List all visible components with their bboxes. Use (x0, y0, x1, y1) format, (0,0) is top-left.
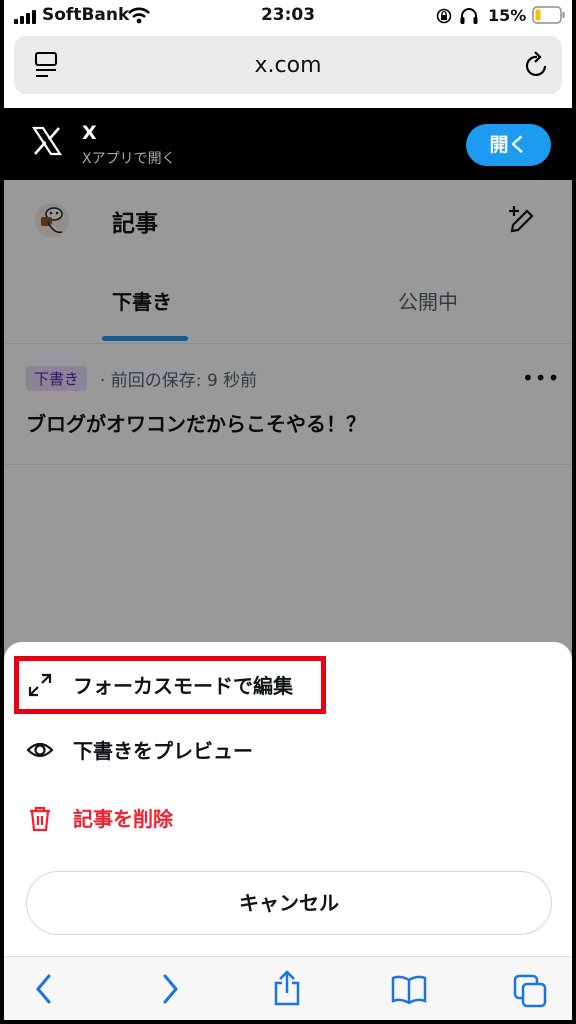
forward-icon[interactable] (160, 973, 180, 1005)
headphones-icon (460, 8, 478, 24)
trash-icon (30, 806, 50, 832)
open-app-button[interactable]: 開く (466, 124, 551, 166)
battery-percent: 15% (488, 6, 527, 25)
status-bar: SoftBank 23:03 15% (4, 0, 572, 32)
banner-title: X (82, 122, 97, 144)
preview-draft-item[interactable]: 下書きをプレビュー (26, 724, 546, 776)
delete-article-label: 記事を削除 (73, 807, 173, 831)
highlight-box (14, 656, 326, 714)
cancel-button[interactable]: キャンセル (26, 871, 552, 935)
orientation-lock-icon (436, 8, 452, 24)
share-icon[interactable] (272, 969, 302, 1007)
delete-article-item[interactable]: 記事を削除 (26, 792, 546, 844)
status-time: 23:03 (260, 5, 316, 25)
back-icon[interactable] (34, 973, 54, 1005)
eye-icon (26, 742, 54, 758)
browser-toolbar (4, 956, 572, 1020)
bookmarks-icon[interactable] (390, 973, 428, 1005)
tabs-icon[interactable] (512, 973, 548, 1009)
address-bar[interactable]: x.com (14, 36, 562, 94)
x-logo-icon (32, 126, 62, 156)
phone-screen: SoftBank 23:03 15% x.com X Xアプリで開く 開く 記事… (4, 0, 572, 1020)
app-banner: X Xアプリで開く 開く (4, 108, 572, 180)
preview-draft-label: 下書きをプレビュー (73, 739, 253, 763)
reload-icon[interactable] (524, 51, 550, 79)
action-sheet: フォーカスモードで編集 下書きをプレビュー 記事を削除 キャンセル (4, 642, 572, 956)
url-text[interactable]: x.com (14, 53, 562, 78)
battery-icon (532, 6, 565, 24)
banner-subtitle: Xアプリで開く (82, 151, 176, 167)
